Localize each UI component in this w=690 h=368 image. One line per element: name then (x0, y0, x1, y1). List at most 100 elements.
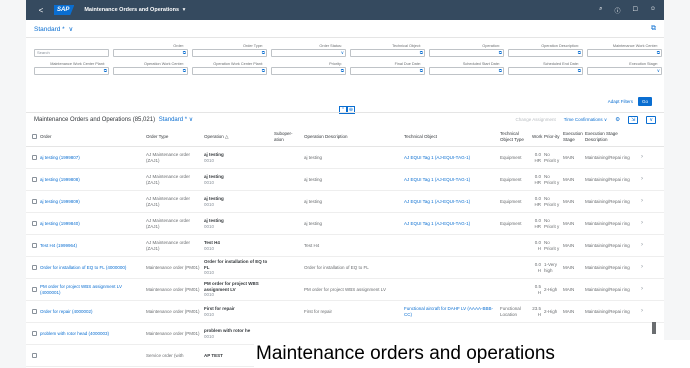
order-link[interactable]: Order for repair (4000002) (40, 309, 146, 315)
time-confirmations-menu[interactable]: Time Confirmations ∨ (564, 117, 607, 123)
value-help-icon[interactable]: ⧉ (183, 68, 186, 74)
row-checkbox[interactable] (26, 287, 40, 292)
back-button[interactable]: < (34, 6, 48, 15)
column-header-technical-object-type[interactable]: Technical Object Type (500, 131, 532, 142)
technical-object-link[interactable]: AJ EQUI Tag 1 (AJ-EQUI-TAG-1) (404, 177, 500, 183)
search-icon[interactable]: ⌕ (599, 6, 602, 15)
help-icon[interactable]: ⓘ (614, 6, 620, 15)
value-help-icon[interactable]: ⧉ (183, 50, 186, 56)
value-help-icon[interactable]: ⧉ (499, 50, 502, 56)
table-row[interactable]: Order for installation of EQ to FL (4000… (26, 257, 664, 279)
column-header-execution-stage[interactable]: Execution Stage (563, 131, 585, 142)
order-link[interactable]: aj testing (1999807) (40, 155, 146, 161)
change-assignment-button[interactable]: Change Assignment (516, 117, 556, 122)
order-link[interactable]: Order for installation of EQ to FL (4000… (40, 265, 146, 271)
chevron-right-icon[interactable]: › (641, 155, 651, 161)
row-checkbox[interactable] (26, 353, 40, 358)
table-variant-selector[interactable]: Standard * ∨ (159, 117, 193, 123)
filter-input[interactable]: ⧉ (429, 49, 504, 57)
order-link[interactable]: problem with rotor head (4000003) (40, 331, 146, 337)
filter-input[interactable]: ⧉ (34, 67, 109, 75)
row-checkbox[interactable] (26, 221, 40, 226)
chevron-right-icon[interactable]: › (641, 221, 651, 227)
variant-selector[interactable]: Standard * ∨ (34, 25, 73, 33)
technical-object-link[interactable]: AJ EQUI Tag 1 (AJ-EQUI-TAG-1) (404, 199, 500, 205)
chevron-right-icon[interactable]: › (641, 309, 651, 315)
filter-input[interactable]: ⧉ (587, 49, 662, 57)
filter-input[interactable]: ⧉ (508, 49, 583, 57)
column-header-order[interactable]: Order (40, 134, 146, 140)
chevron-down-icon[interactable]: ∨ (657, 68, 660, 74)
adapt-filters-button[interactable]: Adapt Filters (608, 99, 633, 104)
value-help-icon[interactable]: ⧉ (262, 68, 265, 74)
filter-input[interactable]: ⧉ (429, 67, 504, 75)
column-header-technical-object[interactable]: Technical Object (404, 134, 500, 140)
row-checkbox[interactable] (26, 199, 40, 204)
filter-input[interactable]: ⧉ (508, 67, 583, 75)
column-header-order-type[interactable]: Order Type (146, 134, 204, 140)
value-help-icon[interactable]: ⧉ (657, 50, 660, 56)
filter-input[interactable]: ∨ (587, 67, 662, 75)
go-button[interactable]: Go (637, 97, 652, 106)
row-checkbox[interactable] (26, 243, 40, 248)
row-checkbox[interactable] (26, 331, 40, 336)
select-all-checkbox[interactable] (26, 134, 40, 139)
row-checkbox[interactable] (26, 155, 40, 160)
chevron-right-icon[interactable]: › (641, 287, 651, 293)
row-checkbox[interactable] (26, 265, 40, 270)
chevron-right-icon[interactable]: › (641, 199, 651, 205)
value-help-icon[interactable]: ⧉ (578, 68, 581, 74)
value-help-icon[interactable]: ⧉ (262, 50, 265, 56)
column-header-priority[interactable]: Prior-ity (544, 134, 563, 140)
row-checkbox[interactable] (26, 177, 40, 182)
order-link[interactable]: aj testing (1999808) (40, 177, 146, 183)
export-menu-icon[interactable]: ∨ (646, 115, 656, 124)
filter-input[interactable]: ⧉ (350, 49, 425, 57)
table-row[interactable]: aj testing (1999809) AJ Maintenance order… (26, 191, 664, 213)
table-row[interactable]: aj testing (1999808) AJ Maintenance order… (26, 169, 664, 191)
order-link[interactable]: aj testing (1999809) (40, 199, 146, 205)
user-icon[interactable]: ☺ (650, 6, 656, 15)
export-icon[interactable]: ⇲ (628, 115, 639, 124)
column-header-execution-stage-description[interactable]: Execution Stage Description (585, 131, 641, 142)
filter-input[interactable]: ⧉ (192, 67, 267, 75)
value-help-icon[interactable]: ⧉ (341, 68, 344, 74)
order-link[interactable]: aj testing (1999840) (40, 221, 146, 227)
table-row[interactable]: Order for repair (4000002) Maintenance or… (26, 301, 664, 323)
technical-object-link[interactable]: AJ EQUI Tag 1 (AJ-EQUI-TAG-1) (404, 155, 500, 161)
filter-input[interactable]: ⧉ (192, 49, 267, 57)
order-link[interactable]: Test H4 (1999964) (40, 243, 146, 249)
table-scrollbar[interactable] (652, 322, 656, 334)
chevron-right-icon[interactable]: › (641, 177, 651, 183)
chevron-down-icon[interactable]: ∨ (341, 50, 344, 56)
column-header-work[interactable]: Work (532, 134, 544, 140)
column-header-operation[interactable]: Operation △ (204, 134, 274, 140)
table-row[interactable]: aj testing (1999840) AJ Maintenance order… (26, 213, 664, 235)
filter-input[interactable]: ⧉ (271, 67, 346, 75)
sap-logo[interactable]: SAP (54, 5, 75, 15)
column-header-suboperation[interactable]: Suboper-ation (274, 131, 304, 142)
order-link[interactable]: PM order for project WBS assignment LV (… (40, 284, 146, 295)
table-row[interactable]: aj testing (1999807) AJ Maintenance order… (26, 147, 664, 169)
value-help-icon[interactable]: ⧉ (420, 50, 423, 56)
filter-input[interactable]: ⧉ (113, 67, 188, 75)
column-header-operation-description[interactable]: Operation Description (304, 134, 404, 140)
technical-object-link[interactable]: AJ EQUI Tag 1 (AJ-EQUI-TAG-1) (404, 221, 500, 227)
search-input[interactable]: Search (34, 49, 109, 57)
chevron-right-icon[interactable]: › (641, 265, 651, 271)
value-help-icon[interactable]: ⧉ (104, 68, 107, 74)
value-help-icon[interactable]: ⧉ (578, 50, 581, 56)
value-help-icon[interactable]: ⧉ (420, 68, 423, 74)
technical-object-link[interactable]: Functional aircraft for DAHF LV (AAAA-BB… (404, 306, 500, 317)
chevron-right-icon[interactable]: › (641, 243, 651, 249)
settings-icon[interactable]: ⚙ (615, 117, 620, 123)
share-icon[interactable]: ⧉ (651, 25, 656, 33)
row-checkbox[interactable] (26, 309, 40, 314)
filter-input[interactable]: ∨ (271, 49, 346, 57)
filter-input[interactable]: ⧉ (350, 67, 425, 75)
value-help-icon[interactable]: ⧉ (499, 68, 502, 74)
notifications-icon[interactable]: ☐ (632, 6, 637, 15)
table-row[interactable]: Test H4 (1999964) AJ Maintenance order (Z… (26, 235, 664, 257)
filter-input[interactable]: ⧉ (113, 49, 188, 57)
app-title-menu[interactable]: Maintenance Orders and Operations ▾ (84, 7, 185, 13)
